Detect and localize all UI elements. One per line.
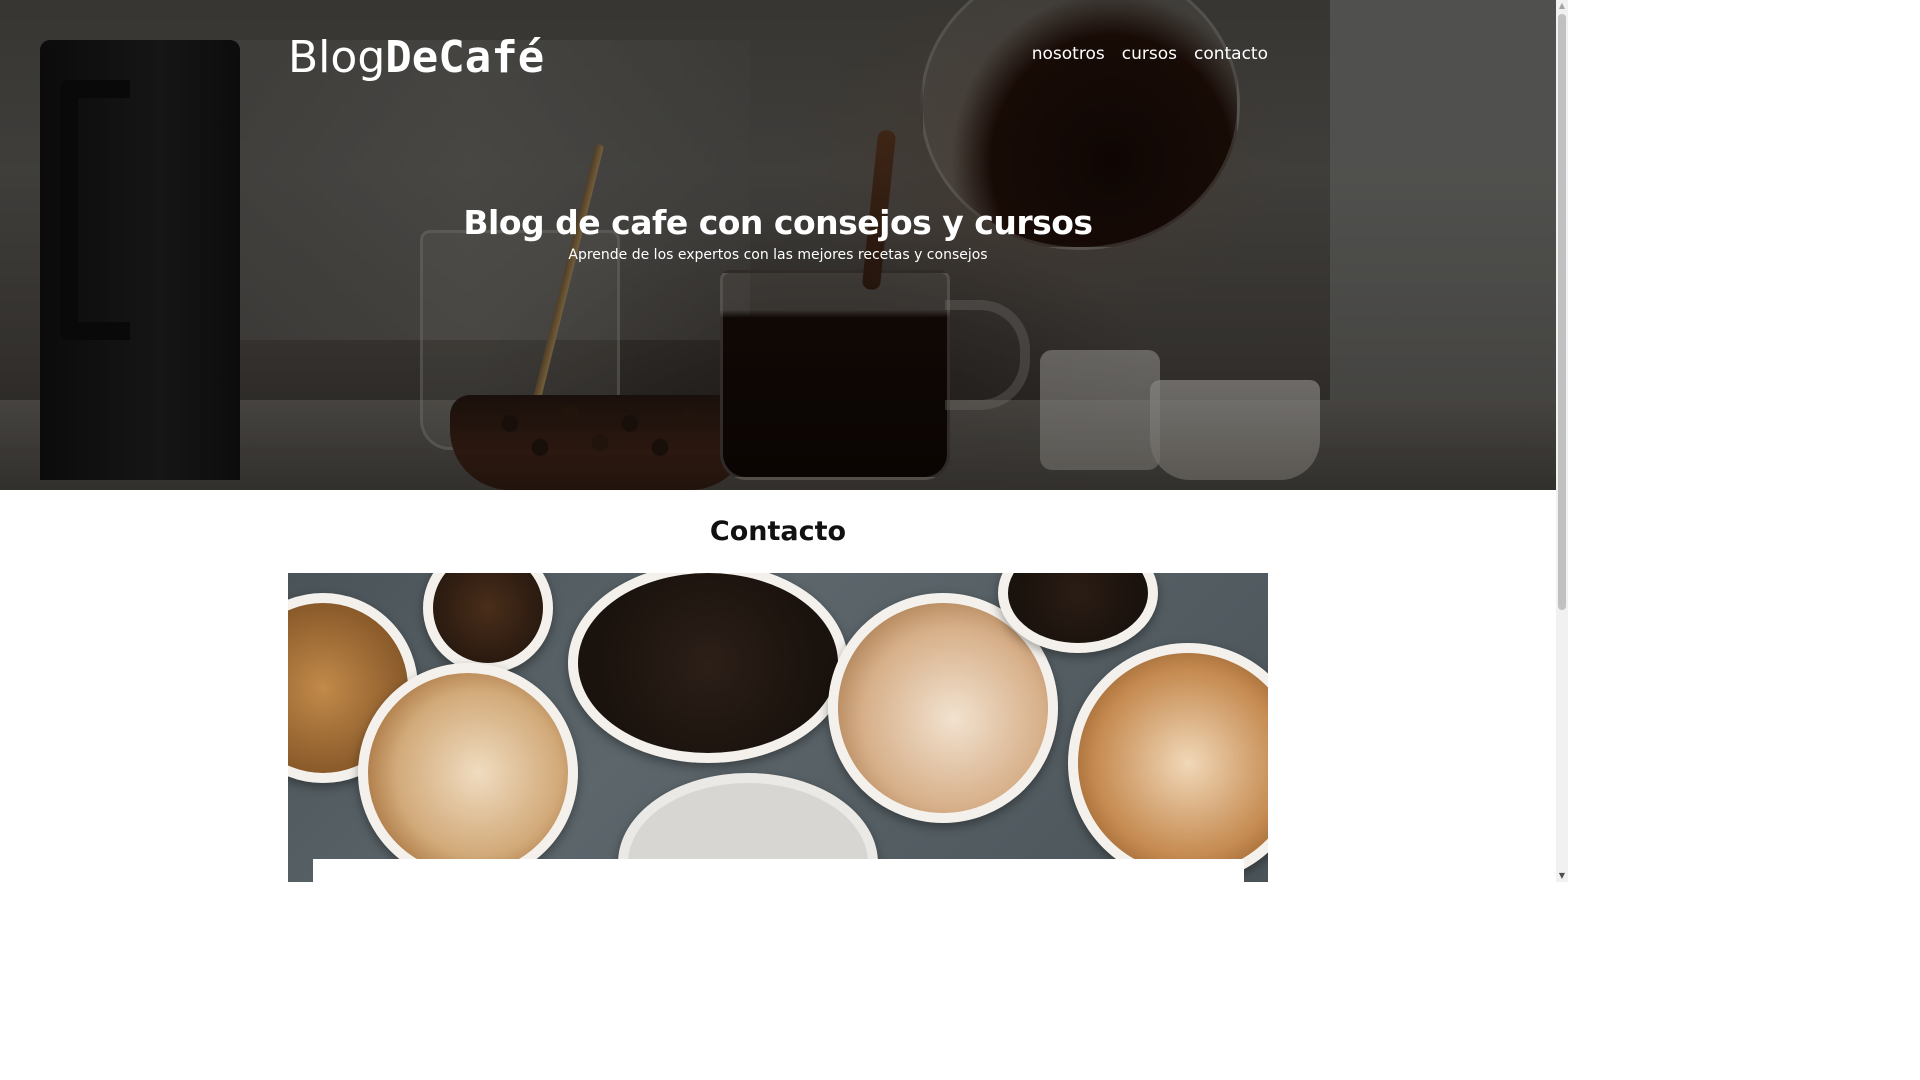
page-title: Contacto <box>709 516 847 547</box>
hero-subtitle: Aprende de los expertos con las mejores … <box>568 247 988 263</box>
logo-text-bold: DeCafé <box>385 32 545 83</box>
page-scrollbar[interactable]: ▲ ▼ <box>1556 0 1568 882</box>
coffee-cups-image <box>288 573 1268 882</box>
scroll-thumb[interactable] <box>1558 14 1566 610</box>
nav-link-nosotros[interactable]: nosotros <box>1032 44 1105 64</box>
nav-link-cursos[interactable]: cursos <box>1122 44 1177 64</box>
hero-section: BlogDeCafé nosotros cursos contacto Blog… <box>0 0 1556 490</box>
site-logo-link[interactable]: BlogDeCafé <box>288 30 544 86</box>
nav-link-contacto[interactable]: contacto <box>1194 44 1268 64</box>
hero-text-block: Blog de cafe con consejos y cursos Apren… <box>0 200 1556 266</box>
contact-form-card <box>313 859 1244 882</box>
cup-shape <box>358 663 578 882</box>
logo-text-light: Blog <box>288 32 386 83</box>
cup-shape <box>423 573 553 673</box>
scroll-up-arrow-icon[interactable]: ▲ <box>1556 0 1568 12</box>
hero-title: Blog de cafe con consejos y cursos <box>463 203 1093 242</box>
main-nav: nosotros cursos contacto <box>1032 44 1268 64</box>
cup-shape <box>568 573 848 763</box>
cup-shape <box>1068 643 1268 882</box>
page: BlogDeCafé nosotros cursos contacto Blog… <box>0 0 1556 882</box>
site-header: BlogDeCafé nosotros cursos contacto <box>288 30 1268 86</box>
scroll-down-arrow-icon[interactable]: ▼ <box>1556 870 1568 882</box>
